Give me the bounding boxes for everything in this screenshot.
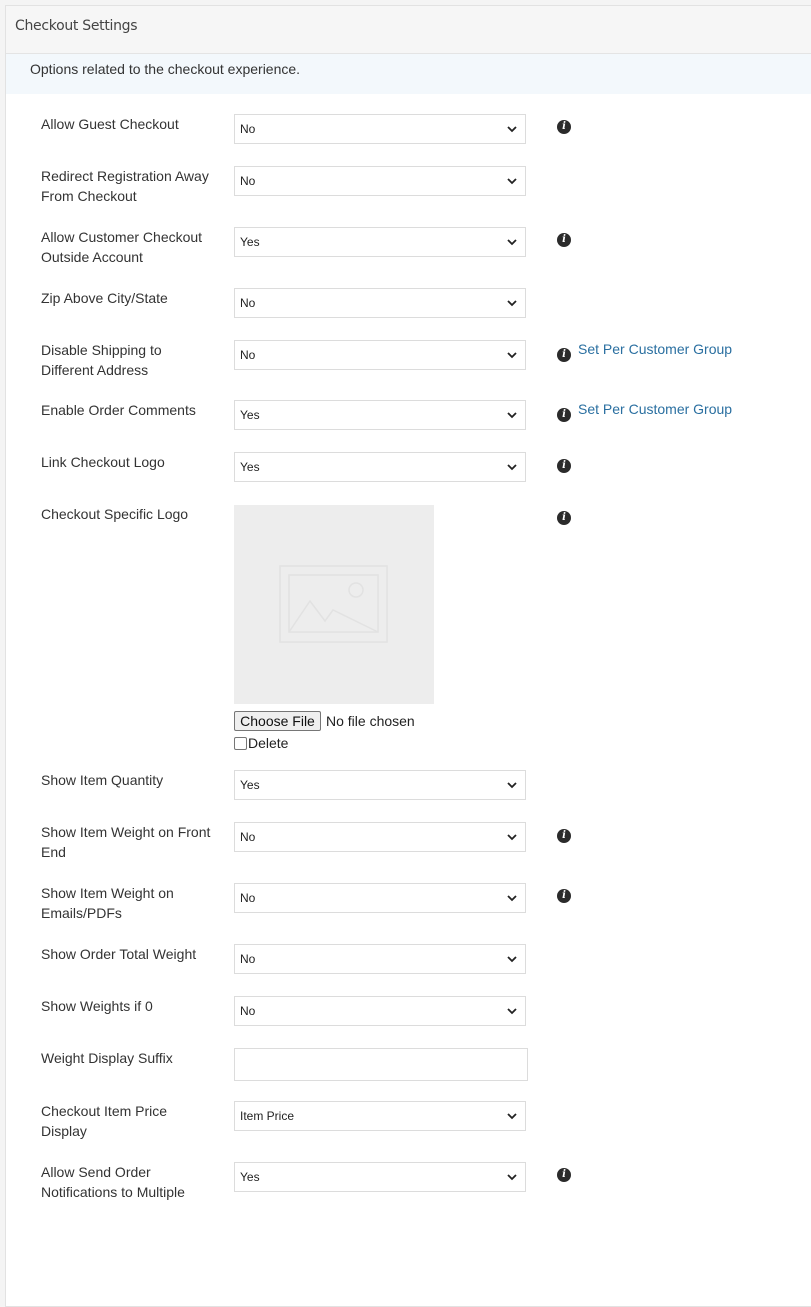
file-status: No file chosen xyxy=(326,713,415,729)
label-redirect-registration: Redirect Registration Away From Checkout xyxy=(41,168,209,204)
info-icon[interactable]: i xyxy=(557,829,571,843)
select-value: Item Price xyxy=(240,1109,295,1123)
select-value: No xyxy=(240,348,256,362)
label-show-order-total-weight: Show Order Total Weight xyxy=(41,946,197,962)
set-per-customer-group-link[interactable]: Set Per Customer Group xyxy=(578,341,732,357)
label-show-item-weight-emails: Show Item Weight on Emails/PDFs xyxy=(41,885,174,921)
label-show-item-weight-front-end: Show Item Weight on Front End xyxy=(41,824,211,860)
panel-title: Checkout Settings xyxy=(15,18,138,34)
logo-preview xyxy=(234,505,434,704)
label-show-item-quantity: Show Item Quantity xyxy=(41,772,164,788)
label-allow-guest-checkout: Allow Guest Checkout xyxy=(41,116,179,132)
select-value: Yes xyxy=(240,1170,260,1184)
image-placeholder-icon xyxy=(279,565,388,643)
select-value: Yes xyxy=(240,408,260,422)
set-per-customer-group-link[interactable]: Set Per Customer Group xyxy=(578,401,732,417)
info-icon[interactable]: i xyxy=(557,459,571,473)
chevron-down-icon xyxy=(507,782,517,789)
label-show-weights-if-0: Show Weights if 0 xyxy=(41,998,153,1014)
select-show-weights-if-0[interactable]: No xyxy=(234,996,526,1026)
chevron-down-icon xyxy=(507,300,517,307)
select-value: No xyxy=(240,122,256,136)
select-checkout-item-price-display[interactable]: Item Price xyxy=(234,1101,526,1131)
select-show-order-total-weight[interactable]: No xyxy=(234,944,526,974)
select-show-item-weight-emails[interactable]: No xyxy=(234,883,526,913)
select-redirect-registration[interactable]: No xyxy=(234,166,526,196)
chevron-down-icon xyxy=(507,1174,517,1181)
label-allow-send-order-notifications: Allow Send Order Notifications to Multip… xyxy=(41,1164,185,1200)
chevron-down-icon xyxy=(507,834,517,841)
select-value: No xyxy=(240,952,256,966)
select-allow-guest-checkout[interactable]: No xyxy=(234,114,526,144)
info-icon[interactable]: i xyxy=(557,889,571,903)
select-show-item-weight-front-end[interactable]: No xyxy=(234,822,526,852)
label-link-checkout-logo: Link Checkout Logo xyxy=(41,454,165,470)
chevron-down-icon xyxy=(507,1113,517,1120)
select-value: Yes xyxy=(240,460,260,474)
label-checkout-item-price-display: Checkout Item Price Display xyxy=(41,1103,168,1139)
select-allow-send-order-notifications[interactable]: Yes xyxy=(234,1162,526,1192)
chevron-down-icon xyxy=(507,126,517,133)
chevron-down-icon xyxy=(507,895,517,902)
chevron-down-icon xyxy=(507,464,517,471)
label-disable-shipping-different: Disable Shipping to Different Address xyxy=(41,342,162,378)
info-icon[interactable]: i xyxy=(557,511,571,525)
select-show-item-quantity[interactable]: Yes xyxy=(234,770,526,800)
select-value: No xyxy=(240,891,256,905)
info-icon[interactable]: i xyxy=(557,408,571,422)
weight-display-suffix-input[interactable] xyxy=(234,1048,528,1081)
select-value: Yes xyxy=(240,235,260,249)
select-link-checkout-logo[interactable]: Yes xyxy=(234,452,526,482)
info-icon[interactable]: i xyxy=(557,348,571,362)
info-icon[interactable]: i xyxy=(557,1168,571,1182)
chevron-down-icon xyxy=(507,239,517,246)
select-value: No xyxy=(240,296,256,310)
chevron-down-icon xyxy=(507,352,517,359)
chevron-down-icon xyxy=(507,412,517,419)
select-enable-order-comments[interactable]: Yes xyxy=(234,400,526,430)
chevron-down-icon xyxy=(507,956,517,963)
chevron-down-icon xyxy=(507,1008,517,1015)
info-icon[interactable]: i xyxy=(557,233,571,247)
select-value: No xyxy=(240,174,256,188)
label-zip-above-city: Zip Above City/State xyxy=(41,290,168,306)
label-enable-order-comments: Enable Order Comments xyxy=(41,402,196,418)
delete-checkbox[interactable] xyxy=(234,737,247,750)
choose-file-button[interactable]: Choose File xyxy=(234,711,321,731)
delete-label: Delete xyxy=(248,735,289,751)
select-value: Yes xyxy=(240,778,260,792)
select-allow-customer-checkout-outside[interactable]: Yes xyxy=(234,227,526,257)
select-value: No xyxy=(240,830,256,844)
select-disable-shipping-different[interactable]: No xyxy=(234,340,526,370)
select-zip-above-city[interactable]: No xyxy=(234,288,526,318)
panel-description: Options related to the checkout experien… xyxy=(30,61,301,77)
label-weight-display-suffix: Weight Display Suffix xyxy=(41,1050,173,1066)
label-allow-customer-checkout-outside: Allow Customer Checkout Outside Account xyxy=(41,229,203,265)
chevron-down-icon xyxy=(507,178,517,185)
info-icon[interactable]: i xyxy=(557,120,571,134)
select-value: No xyxy=(240,1004,256,1018)
label-checkout-specific-logo: Checkout Specific Logo xyxy=(41,506,189,522)
